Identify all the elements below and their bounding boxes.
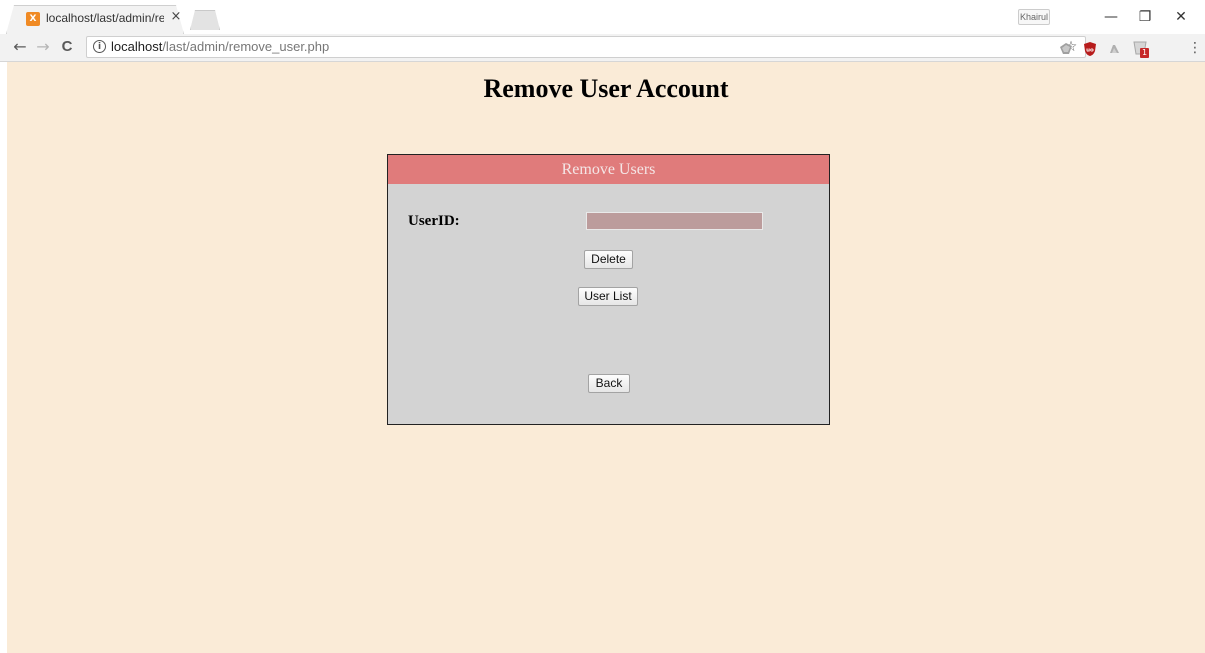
tab-title: localhost/last/admin/rem: [46, 11, 164, 25]
userid-input[interactable]: [586, 212, 763, 230]
url-host: localhost: [111, 39, 163, 54]
minimize-button[interactable]: —: [1096, 5, 1126, 29]
extension-badge-icon[interactable]: 1: [1132, 40, 1150, 58]
delete-button[interactable]: Delete: [584, 250, 633, 269]
reload-icon[interactable]: C: [57, 36, 77, 58]
browser-tab-content[interactable]: X localhost/last/admin/rem ×: [6, 5, 184, 34]
extension-cloud-icon[interactable]: [1106, 41, 1122, 57]
svg-text:uo: uo: [1086, 48, 1094, 54]
restore-button[interactable]: ❐: [1130, 5, 1160, 29]
address-bar[interactable]: i localhost/last/admin/remove_user.php ☆: [86, 36, 1086, 58]
tab-close-icon[interactable]: ×: [169, 9, 183, 25]
extension-badge-count: 1: [1140, 48, 1149, 58]
xampp-favicon-icon: X: [26, 12, 40, 26]
back-arrow-icon[interactable]: ←: [10, 36, 30, 58]
user-list-button[interactable]: User List: [578, 287, 638, 306]
browser-tab-strip: X localhost/last/admin/rem × Khairul — ❐…: [0, 0, 1205, 34]
userid-label: UserID:: [408, 213, 460, 229]
page-title: Remove User Account: [483, 74, 729, 103]
ublock-origin-icon[interactable]: uo: [1082, 41, 1098, 57]
close-window-button[interactable]: ✕: [1166, 5, 1196, 29]
new-tab-button[interactable]: [190, 10, 220, 30]
url-path: /last/admin/remove_user.php: [162, 39, 330, 54]
browser-menu-icon[interactable]: ⋮: [1188, 38, 1202, 58]
browser-toolbar: ← → C i localhost/last/admin/remove_user…: [0, 34, 1205, 62]
back-button[interactable]: Back: [588, 374, 630, 393]
panel-header: Remove Users: [388, 155, 829, 184]
site-info-icon[interactable]: i: [93, 40, 106, 53]
extension-shield-grey-icon[interactable]: [1058, 41, 1074, 57]
page-viewport: Remove User Account Remove Users UserID:…: [7, 62, 1205, 653]
url-text[interactable]: localhost/last/admin/remove_user.php: [111, 39, 329, 55]
profile-button[interactable]: Khairul: [1018, 9, 1050, 25]
remove-users-panel: Remove Users UserID: Delete User List Ba…: [387, 154, 830, 425]
forward-arrow-icon[interactable]: →: [33, 36, 53, 58]
